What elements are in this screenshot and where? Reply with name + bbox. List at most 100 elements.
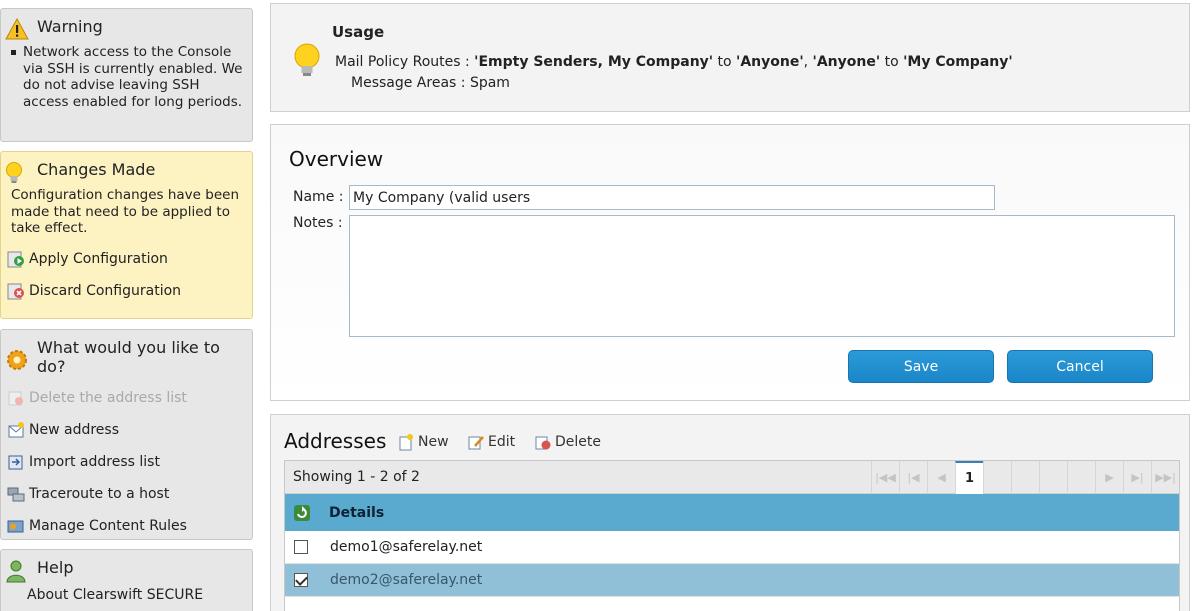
sidebar: Warning Network access to the Console vi… <box>0 0 256 611</box>
import-label: Import address list <box>29 454 160 470</box>
delete-list-label: Delete the address list <box>29 390 187 406</box>
actions-list: Delete the address list New address Impo… <box>1 382 252 542</box>
delete-icon <box>534 433 552 451</box>
warning-panel: Warning Network access to the Console vi… <box>0 8 253 142</box>
apply-icon <box>7 250 25 268</box>
about-label: About Clearswift SECURE <box>27 587 204 603</box>
delete-label: Delete <box>555 434 601 450</box>
last-page-icon[interactable]: ▶▶| <box>1151 461 1179 494</box>
new-address-link[interactable]: New address <box>1 414 252 446</box>
address-value: demo1@saferelay.net <box>330 539 483 555</box>
route2-to: 'My Company' <box>903 54 1013 70</box>
traceroute-icon <box>7 485 25 503</box>
route-separator: , <box>803 54 809 70</box>
notes-textarea[interactable] <box>349 215 1175 337</box>
next-block-icon[interactable]: ▶| <box>1123 461 1151 494</box>
refresh-icon[interactable] <box>293 504 311 522</box>
warning-icon <box>5 17 29 39</box>
apply-label: Apply Configuration <box>29 250 168 267</box>
changes-panel: Changes Made Configuration changes have … <box>0 151 253 319</box>
manage-content-rules-link[interactable]: Manage Content Rules <box>1 510 252 542</box>
changes-title: Changes Made <box>37 160 156 179</box>
page-slot <box>1067 461 1095 494</box>
areas-value: Spam <box>469 75 510 91</box>
addresses-title: Addresses <box>284 429 387 453</box>
import-address-list-link[interactable]: Import address list <box>1 446 252 478</box>
addresses-grid: Showing 1 - 2 of 2 |◀◀ |◀ ◀ 1 ▶ ▶| ▶▶| D… <box>284 460 1180 611</box>
changes-title-row: Changes Made <box>1 152 252 183</box>
lightbulb-icon <box>5 161 23 183</box>
new-button[interactable]: New <box>397 433 449 451</box>
warning-title-row: Warning <box>1 9 252 39</box>
route2-to-word: to <box>884 54 899 70</box>
address-value: demo2@saferelay.net <box>330 572 483 588</box>
discard-configuration-link[interactable]: Discard Configuration <box>1 275 252 307</box>
discard-label: Discard Configuration <box>29 282 182 299</box>
help-title: Help <box>37 558 74 577</box>
overview-panel: Overview Name : Notes : Save Cancel <box>270 124 1190 401</box>
page-slot <box>1039 461 1067 494</box>
addresses-panel: Addresses New Edit Delete Showing 1 - 2 … <box>270 414 1190 611</box>
edit-icon <box>467 433 485 451</box>
table-row[interactable]: demo2@saferelay.net <box>285 564 1179 597</box>
mail-policy-routes: Mail Policy Routes : 'Empty Senders, My … <box>335 54 1013 70</box>
first-page-icon[interactable]: |◀◀ <box>871 461 899 494</box>
prev-page-icon[interactable]: ◀ <box>927 461 955 494</box>
edit-button[interactable]: Edit <box>467 433 515 451</box>
content-rules-label: Manage Content Rules <box>29 518 187 534</box>
row-checkbox[interactable] <box>294 573 308 587</box>
name-label: Name : <box>293 189 344 205</box>
usage-panel: Usage Mail Policy Routes : 'Empty Sender… <box>270 3 1190 112</box>
traceroute-link[interactable]: Traceroute to a host <box>1 478 252 510</box>
delete-button[interactable]: Delete <box>534 433 601 451</box>
discard-icon <box>7 282 25 300</box>
actions-panel: What would you like to do? Delete the ad… <box>0 329 253 540</box>
details-column-header[interactable]: Details <box>285 494 1179 531</box>
routes-label: Mail Policy Routes : <box>335 54 470 70</box>
current-page[interactable]: 1 <box>955 461 983 494</box>
new-address-label: New address <box>29 422 119 438</box>
help-panel: Help About Clearswift SECURE <box>0 549 253 611</box>
actions-title-row: What would you like to do? <box>1 330 252 376</box>
route2-from: 'Anyone' <box>812 54 881 70</box>
prev-block-icon[interactable]: |◀ <box>899 461 927 494</box>
page-slot <box>1011 461 1039 494</box>
name-input[interactable] <box>349 185 995 210</box>
lightbulb-icon <box>293 42 321 84</box>
about-link[interactable]: About Clearswift SECURE <box>1 583 252 607</box>
help-title-row: Help <box>1 550 252 582</box>
notes-label: Notes : <box>293 215 343 231</box>
areas-label: Message Areas : <box>351 75 466 91</box>
delete-address-list-link[interactable]: Delete the address list <box>1 382 252 414</box>
pager: |◀◀ |◀ ◀ 1 ▶ ▶| ▶▶| <box>871 461 1179 494</box>
usage-title: Usage <box>332 23 385 41</box>
traceroute-label: Traceroute to a host <box>29 486 170 502</box>
details-label: Details <box>329 504 385 521</box>
changes-text: Configuration changes have been made tha… <box>11 187 240 236</box>
import-icon <box>7 453 25 471</box>
showing-count: Showing 1 - 2 of 2 <box>293 469 420 485</box>
message-areas: Message Areas : Spam <box>351 75 510 91</box>
new-icon <box>397 433 415 451</box>
new-address-icon <box>7 421 25 439</box>
help-person-icon <box>5 559 26 582</box>
route1-from: 'Empty Senders, My Company' <box>474 54 714 70</box>
gear-icon <box>5 348 27 370</box>
table-row[interactable]: demo1@saferelay.net <box>285 531 1179 564</box>
route1-to-word: to <box>717 54 732 70</box>
new-label: New <box>418 434 449 450</box>
delete-list-icon <box>7 389 25 407</box>
apply-configuration-link[interactable]: Apply Configuration <box>1 243 252 275</box>
warning-title: Warning <box>37 17 103 36</box>
cancel-button[interactable]: Cancel <box>1007 350 1153 383</box>
save-button[interactable]: Save <box>848 350 994 383</box>
row-checkbox[interactable] <box>294 540 308 554</box>
actions-title: What would you like to do? <box>37 338 220 376</box>
grid-header: Showing 1 - 2 of 2 |◀◀ |◀ ◀ 1 ▶ ▶| ▶▶| <box>285 461 1179 494</box>
route1-to: 'Anyone' <box>736 54 804 70</box>
content-rules-icon <box>7 517 25 535</box>
next-page-icon[interactable]: ▶ <box>1095 461 1123 494</box>
overview-title: Overview <box>289 147 384 171</box>
page-slot <box>983 461 1011 494</box>
warning-text: Network access to the Console via SSH is… <box>1 36 252 110</box>
